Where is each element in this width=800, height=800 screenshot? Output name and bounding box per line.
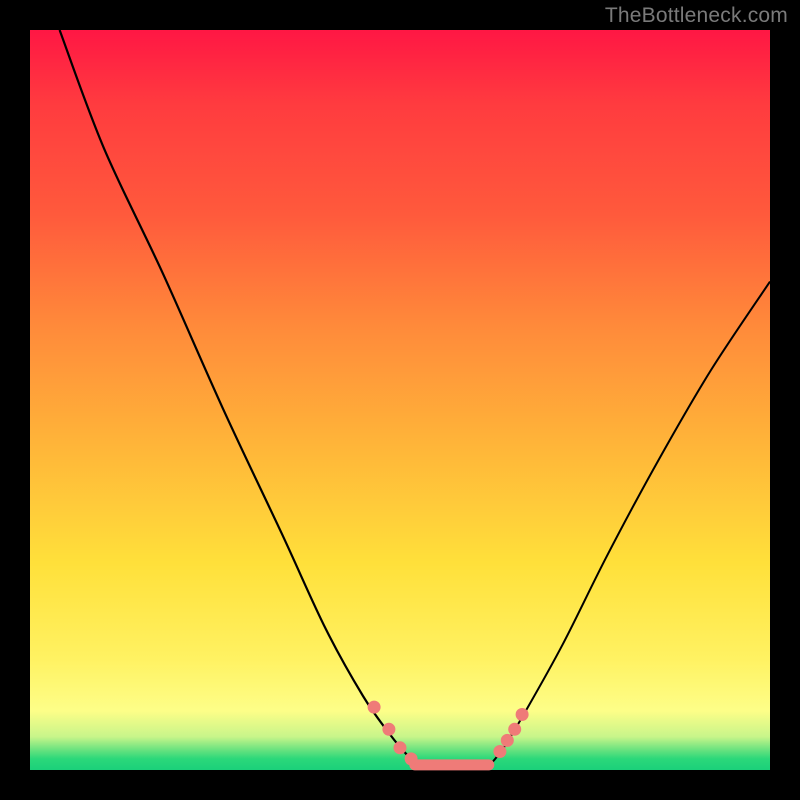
data-marker xyxy=(368,701,381,714)
plot-area xyxy=(30,30,770,770)
watermark-text: TheBottleneck.com xyxy=(605,4,788,28)
marker-layer xyxy=(368,701,529,766)
data-marker xyxy=(405,752,418,765)
data-marker xyxy=(516,708,529,721)
data-marker xyxy=(501,734,514,747)
left-curve xyxy=(60,30,423,766)
curve-layer xyxy=(60,30,770,766)
data-marker xyxy=(382,723,395,736)
plot-svg xyxy=(30,30,770,770)
data-marker xyxy=(493,745,506,758)
right-curve xyxy=(489,282,770,767)
data-marker xyxy=(394,741,407,754)
chart-frame: TheBottleneck.com xyxy=(0,0,800,800)
data-marker xyxy=(508,723,521,736)
